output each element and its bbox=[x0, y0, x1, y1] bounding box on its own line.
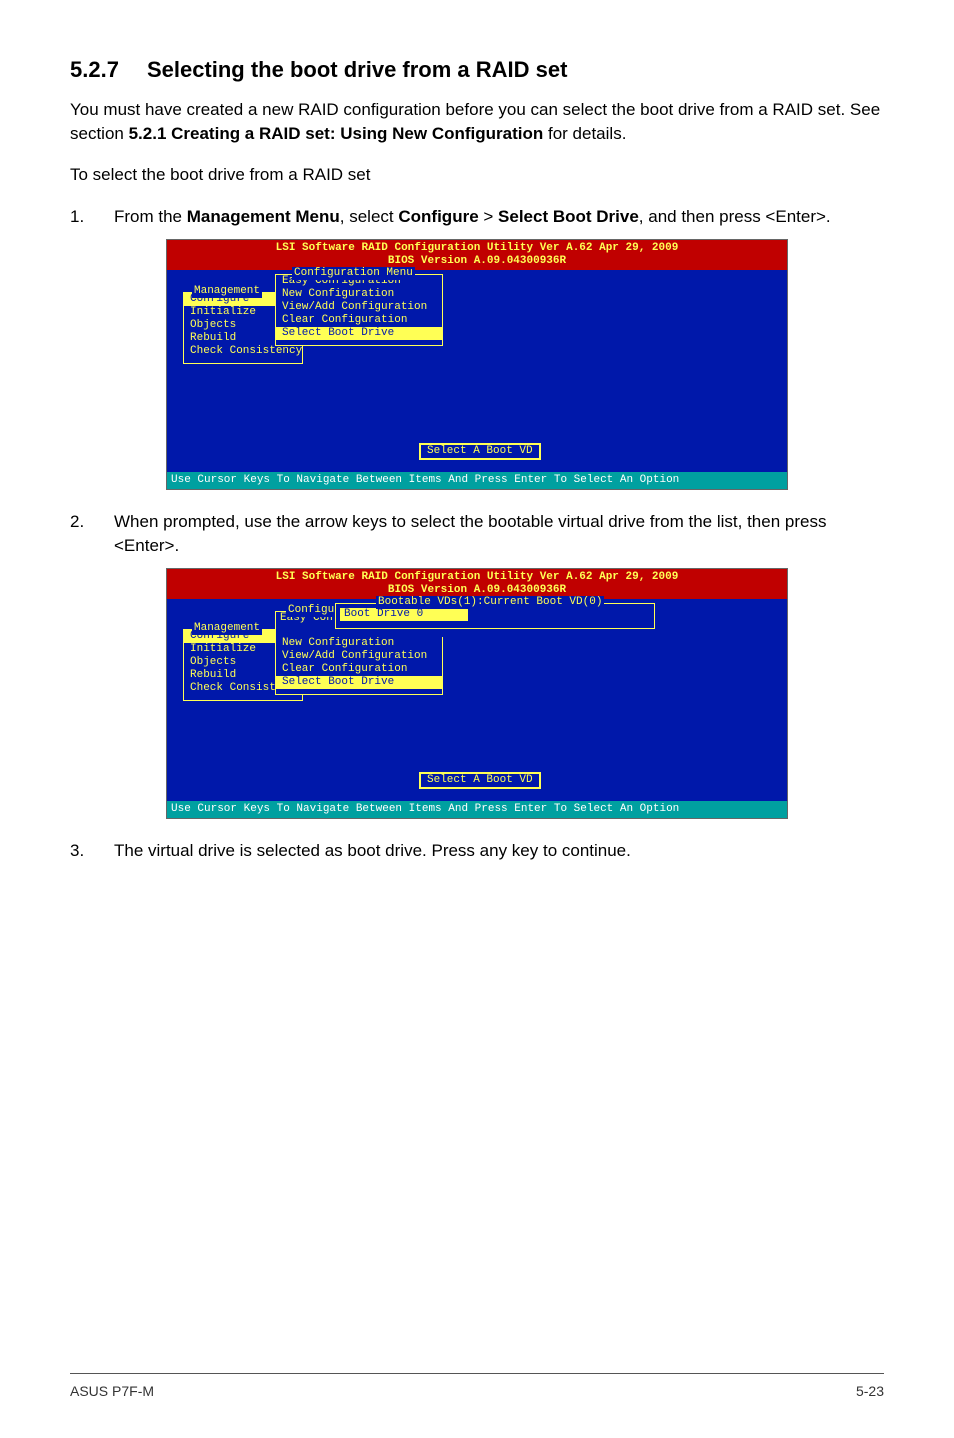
step-text-bold: Select Boot Drive bbox=[498, 207, 639, 226]
step-text-part: > bbox=[479, 207, 498, 226]
section-number: 5.2.7 bbox=[70, 55, 119, 86]
step-text-bold: Management Menu bbox=[187, 207, 340, 226]
config-trunc-label: Configu bbox=[286, 604, 336, 617]
step-text-part: , select bbox=[340, 207, 399, 226]
cfg-item-selectboot: Select Boot Drive bbox=[276, 327, 442, 340]
mgmt-item-check-consistency: Check Consistency bbox=[184, 345, 302, 358]
step-text: The virtual drive is selected as boot dr… bbox=[114, 839, 884, 863]
bios-header-line1: LSI Software RAID Configuration Utility … bbox=[167, 571, 787, 584]
step-2: 2. When prompted, use the arrow keys to … bbox=[70, 510, 884, 558]
page-footer: ASUS P7F-M 5-23 bbox=[70, 1373, 884, 1402]
bios-body: Management Configure Initialize Objects … bbox=[167, 599, 787, 801]
section-heading: 5.2.7 Selecting the boot drive from a RAI… bbox=[70, 55, 884, 86]
bios-header-line1: LSI Software RAID Configuration Utility … bbox=[167, 242, 787, 255]
footer-left: ASUS P7F-M bbox=[70, 1382, 154, 1402]
bios-header-line2: BIOS Version A.09.04300936R bbox=[167, 255, 787, 268]
status-box: Select A Boot VD bbox=[419, 772, 541, 789]
cfg-item-new: New Configuration bbox=[276, 288, 442, 301]
step-number: 3. bbox=[70, 839, 114, 863]
bios-screenshot-2: LSI Software RAID Configuration Utility … bbox=[166, 568, 788, 819]
configuration-menu-panel: Configuration Menu Easy Configuration Ne… bbox=[275, 274, 443, 346]
intro-paragraph-1: You must have created a new RAID configu… bbox=[70, 98, 884, 146]
configuration-menu-label: Configuration Menu bbox=[292, 267, 415, 280]
bios-header: LSI Software RAID Configuration Utility … bbox=[167, 569, 787, 599]
intro-ref: 5.2.1 Creating a RAID set: Using New Con… bbox=[129, 124, 544, 143]
step-number: 2. bbox=[70, 510, 114, 558]
step-number: 1. bbox=[70, 205, 114, 229]
step-text-bold: Configure bbox=[398, 207, 478, 226]
configuration-menu-panel: New Configuration View/Add Configuration… bbox=[275, 637, 443, 695]
config-trunc-panel: Configu Easy Con bbox=[275, 611, 335, 639]
step-text-part: , and then press <Enter>. bbox=[639, 207, 831, 226]
bootable-vds-panel: Bootable VDs(1):Current Boot VD(0) Boot … bbox=[335, 603, 655, 629]
management-menu-label: Management bbox=[192, 285, 262, 298]
bios-footer: Use Cursor Keys To Navigate Between Item… bbox=[167, 801, 787, 818]
step-text-part: From the bbox=[114, 207, 187, 226]
cfg-item-selectboot: Select Boot Drive bbox=[276, 676, 442, 689]
bios-screenshot-1: LSI Software RAID Configuration Utility … bbox=[166, 239, 788, 490]
cfg-item-clear: Clear Configuration bbox=[276, 663, 442, 676]
step-text: From the Management Menu, select Configu… bbox=[114, 205, 884, 229]
bootable-vds-item: Boot Drive 0 bbox=[340, 608, 468, 621]
step-3: 3. The virtual drive is selected as boot… bbox=[70, 839, 884, 863]
bios-body: Management Configure Initialize Objects … bbox=[167, 270, 787, 472]
cfg-item-viewadd: View/Add Configuration bbox=[276, 650, 442, 663]
bios-header: LSI Software RAID Configuration Utility … bbox=[167, 240, 787, 270]
intro-text: for details. bbox=[543, 124, 626, 143]
cfg-item-clear: Clear Configuration bbox=[276, 314, 442, 327]
cfg-item-new: New Configuration bbox=[276, 637, 442, 650]
cfg-item-viewadd: View/Add Configuration bbox=[276, 301, 442, 314]
intro-paragraph-2: To select the boot drive from a RAID set bbox=[70, 163, 884, 187]
status-box: Select A Boot VD bbox=[419, 443, 541, 460]
step-text: When prompted, use the arrow keys to sel… bbox=[114, 510, 884, 558]
bootable-vds-label: Bootable VDs(1):Current Boot VD(0) bbox=[376, 596, 604, 609]
section-title: Selecting the boot drive from a RAID set bbox=[147, 57, 568, 82]
step-1: 1. From the Management Menu, select Conf… bbox=[70, 205, 884, 229]
bios-footer: Use Cursor Keys To Navigate Between Item… bbox=[167, 472, 787, 489]
management-menu-label: Management bbox=[192, 622, 262, 635]
footer-right: 5-23 bbox=[856, 1382, 884, 1402]
